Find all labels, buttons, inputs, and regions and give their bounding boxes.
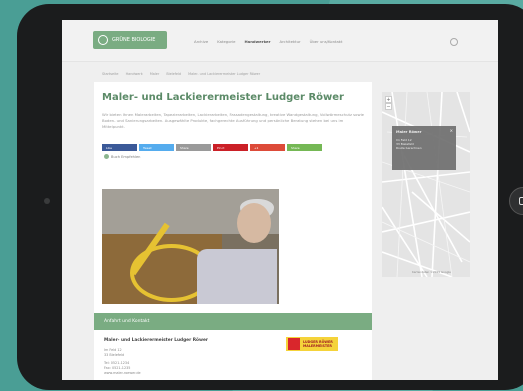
map-info-window: × Maler Röwer Im Feld 12 33 Bielefeld Ro… xyxy=(392,126,456,170)
main-content: Maler- und Lackierermeister Ludger Röwer… xyxy=(94,82,372,380)
contact-website[interactable]: www.maler-roewer.de xyxy=(104,371,141,375)
breadcrumb-link[interactable]: Maler xyxy=(150,72,159,76)
contact-section-header: Anfahrt und Kontakt xyxy=(94,313,372,330)
breadcrumb: Startseite Handwerk Maler Bielefeld Male… xyxy=(102,72,266,76)
main-nav: Archive Kategorie Handwerker Architektur… xyxy=(194,39,343,44)
breadcrumb-link[interactable]: Handwerk xyxy=(126,72,143,76)
logo-text: GRÜNE BIOLOGIE xyxy=(112,37,156,43)
leaf-icon xyxy=(98,35,108,45)
zoom-out-button[interactable]: − xyxy=(385,103,392,110)
close-icon[interactable]: × xyxy=(450,128,453,133)
recommend-icon xyxy=(104,154,109,159)
site-logo[interactable]: GRÜNE BIOLOGIE xyxy=(93,31,167,49)
home-button[interactable] xyxy=(509,187,523,215)
nav-item[interactable]: Architektur xyxy=(279,39,300,44)
map-popup-title: Maler Röwer xyxy=(396,130,422,134)
company-logo: LUDGER RÖWER MALERMEISTER xyxy=(286,337,338,351)
share-bar: Like Tweet Share Pin it +1 Share xyxy=(102,144,322,151)
share-button-pinterest[interactable]: Pin it xyxy=(213,144,248,151)
nav-item-active[interactable]: Handwerker xyxy=(244,39,270,44)
share-button-facebook[interactable]: Like xyxy=(102,144,137,151)
contact-fax: Fax: 0521-1235 xyxy=(104,366,131,370)
tablet-device: GRÜNE BIOLOGIE Archive Kategorie Handwer… xyxy=(17,4,523,390)
brush-icon xyxy=(288,338,300,350)
breadcrumb-link[interactable]: Startseite xyxy=(102,72,119,76)
contact-address: 33 Bielefeld xyxy=(104,353,125,357)
search-icon[interactable] xyxy=(450,38,458,46)
site-header: GRÜNE BIOLOGIE Archive Kategorie Handwer… xyxy=(62,20,498,62)
page-description: Wir bieten Ihnen Malerarbeiten, Tapezier… xyxy=(102,112,364,129)
location-map[interactable]: + − × Maler Röwer Im Feld 12 33 Bielefel… xyxy=(382,92,470,277)
page-title: Maler- und Lackierermeister Ludger Röwer xyxy=(102,92,344,103)
nav-item[interactable]: Über uns/Kontakt xyxy=(310,39,343,44)
home-icon xyxy=(519,197,523,205)
nav-item[interactable]: Kategorie xyxy=(217,39,235,44)
tablet-screen: GRÜNE BIOLOGIE Archive Kategorie Handwer… xyxy=(62,20,498,380)
share-button-twitter[interactable]: Tweet xyxy=(139,144,174,151)
share-button-google[interactable]: +1 xyxy=(250,144,285,151)
zoom-in-button[interactable]: + xyxy=(385,96,392,103)
breadcrumb-current: Maler- und Lackierermeister Ludger Röwer xyxy=(188,72,261,76)
craftsman-photo xyxy=(102,189,279,304)
contact-phone: Tel: 0521-1234 xyxy=(104,361,130,365)
recommend-link[interactable]: Buch Empfehlen xyxy=(104,154,140,159)
share-button-generic[interactable]: Share xyxy=(176,144,211,151)
contact-address: Im Feld 12 xyxy=(104,348,122,352)
breadcrumb-link[interactable]: Bielefeld xyxy=(166,72,181,76)
map-route-link[interactable]: Route berechnen xyxy=(396,146,452,150)
camera-icon xyxy=(44,198,50,204)
contact-name: Maler- und Lackierermeister Ludger Röwer xyxy=(104,338,208,343)
map-credit: Kartendaten ©2015 Google xyxy=(412,270,451,274)
share-button-other[interactable]: Share xyxy=(287,144,322,151)
nav-item[interactable]: Archive xyxy=(194,39,208,44)
